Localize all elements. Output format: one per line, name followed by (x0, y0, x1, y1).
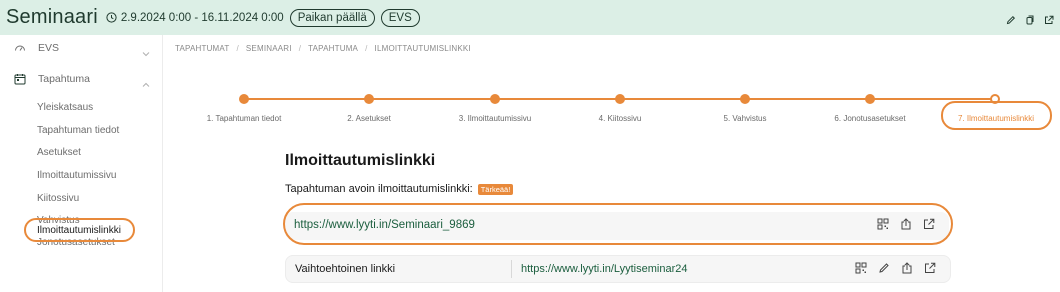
important-badge: Tärkeää! (477, 183, 514, 195)
event-code-pill: EVS (380, 8, 420, 27)
step-label-1[interactable]: 1. Tapahtuman tiedot (207, 114, 282, 123)
edit-icon[interactable] (1006, 12, 1016, 25)
step-label-4[interactable]: 4. Kiitossivu (599, 114, 642, 123)
edit-icon[interactable] (878, 261, 890, 273)
sidebar-item-asetukset[interactable]: Asetukset (37, 147, 81, 158)
breadcrumb-current: ILMOITTAUTUMISLINKKI (374, 44, 471, 53)
external-link-icon[interactable] (924, 261, 936, 273)
breadcrumb: TAPAHTUMAT / SEMINAARI / TAPAHTUMA / ILM… (175, 44, 471, 53)
clock-icon (106, 12, 117, 23)
qr-code-icon[interactable] (855, 261, 867, 274)
chevron-down-icon[interactable] (142, 45, 150, 57)
field-divider (511, 260, 512, 278)
date-range-text: 2.9.2024 0:00 - 16.11.2024 0:00 (120, 11, 284, 24)
step-dot[interactable] (865, 94, 875, 104)
step-label-5[interactable]: 5. Vahvistus (724, 114, 767, 123)
step-dot[interactable] (239, 94, 249, 104)
step-label-2[interactable]: 2. Asetukset (347, 114, 391, 123)
primary-link-url[interactable]: https://www.lyyti.in/Seminaari_9869 (294, 219, 475, 231)
gauge-icon (14, 42, 26, 54)
step-label-6[interactable]: 6. Jonotusasetukset (834, 114, 905, 123)
external-link-icon[interactable] (1044, 12, 1054, 24)
sidebar-item-ilmoittautumissivu[interactable]: Ilmoittautumissivu (37, 170, 116, 181)
sidebar-section-tapahtuma[interactable]: Tapahtuma (14, 73, 90, 85)
calendar-icon (14, 73, 26, 85)
step-label-3[interactable]: 3. Ilmoittautumissivu (459, 114, 531, 123)
step-dot[interactable] (740, 94, 750, 104)
breadcrumb-item[interactable]: TAPAHTUMA (308, 44, 358, 53)
page-title: Ilmoittautumislinkki (285, 152, 436, 169)
chevron-up-icon[interactable] (142, 76, 150, 87)
sidebar-section-label: EVS (38, 42, 60, 54)
sidebar-item-yleiskatsaus[interactable]: Yleiskatsaus (37, 102, 93, 113)
sidebar-item-ilmoittautumislinkki[interactable]: Ilmoittautumislinkki (37, 225, 121, 236)
top-header: Seminaari 2.9.2024 0:00 - 16.11.2024 0:0… (0, 0, 1060, 35)
copy-icon[interactable] (1025, 12, 1035, 25)
alternative-link-url[interactable]: https://www.lyyti.in/Lyytiseminar24 (521, 263, 687, 275)
sidebar-item-kiitossivu[interactable]: Kiitossivu (37, 193, 79, 204)
alternative-link-label: Vaihtoehtoinen linkki (295, 263, 396, 275)
breadcrumb-item[interactable]: TAPAHTUMAT (175, 44, 229, 53)
sidebar-item-tapahtuman-tiedot[interactable]: Tapahtuman tiedot (37, 125, 119, 136)
event-date-range: 2.9.2024 0:00 - 16.11.2024 0:00 Paikan p… (106, 8, 420, 27)
external-link-icon[interactable] (923, 217, 935, 229)
step-dot[interactable] (615, 94, 625, 104)
step-dot[interactable] (490, 94, 500, 104)
step-active-highlight (941, 101, 1052, 130)
share-icon[interactable] (900, 217, 912, 230)
share-icon[interactable] (901, 261, 913, 274)
link-subtitle-text: Tapahtuman avoin ilmoittautumislinkki: (285, 183, 473, 195)
breadcrumb-item[interactable]: SEMINAARI (246, 44, 292, 53)
sidebar-section-label: Tapahtuma (38, 73, 90, 85)
step-dot[interactable] (364, 94, 374, 104)
location-pill: Paikan päällä (289, 8, 375, 27)
event-title: Seminaari (6, 6, 98, 28)
link-subtitle: Tapahtuman avoin ilmoittautumislinkki: T… (285, 183, 514, 195)
sidebar-section-evs[interactable]: EVS (14, 42, 59, 54)
sidebar: EVS Tapahtuma Yleiskatsaus Tapahtuman ti… (0, 35, 163, 292)
qr-code-icon[interactable] (877, 217, 889, 230)
